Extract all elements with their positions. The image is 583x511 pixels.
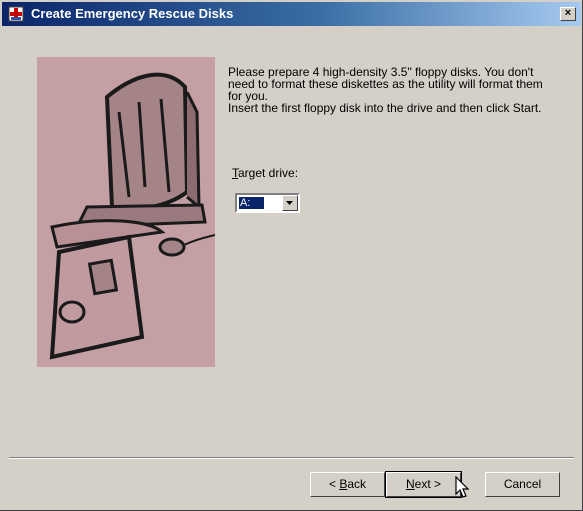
close-button[interactable]: ×: [560, 7, 576, 21]
close-icon: ×: [564, 7, 572, 19]
target-drive-label: Target drive:: [232, 166, 298, 180]
instructions-line-2: Insert the first floppy disk into the dr…: [228, 101, 542, 115]
back-button[interactable]: < Back: [310, 472, 385, 497]
back-button-rest: ack: [347, 477, 367, 491]
target-drive-label-rest: arget drive:: [238, 166, 299, 180]
next-button[interactable]: Next >: [385, 471, 462, 498]
next-button-rest: ext >: [414, 477, 442, 491]
instructions-line-1: Please prepare 4 high-density 3.5" flopp…: [228, 65, 543, 103]
target-drive-dropdown-button[interactable]: [282, 195, 298, 211]
window-title: Create Emergency Rescue Disks: [31, 6, 234, 21]
button-separator: [9, 457, 574, 459]
chevron-down-icon: [286, 201, 293, 205]
rescue-cross-icon: [8, 6, 24, 22]
target-drive-value: A:: [238, 196, 265, 210]
back-button-prefix: <: [328, 477, 340, 491]
computer-illustration: [37, 57, 215, 367]
target-drive-select[interactable]: A:: [235, 193, 300, 213]
dialog-window: Create Emergency Rescue Disks × Please p…: [0, 0, 583, 511]
mouse-pointer-icon: [455, 476, 470, 498]
cancel-button-label: Cancel: [503, 477, 542, 491]
instructions-text: Please prepare 4 high-density 3.5" flopp…: [228, 66, 558, 114]
cancel-button[interactable]: Cancel: [485, 472, 560, 497]
title-bar[interactable]: Create Emergency Rescue Disks ×: [2, 2, 581, 26]
next-button-mnemonic: N: [405, 477, 415, 491]
